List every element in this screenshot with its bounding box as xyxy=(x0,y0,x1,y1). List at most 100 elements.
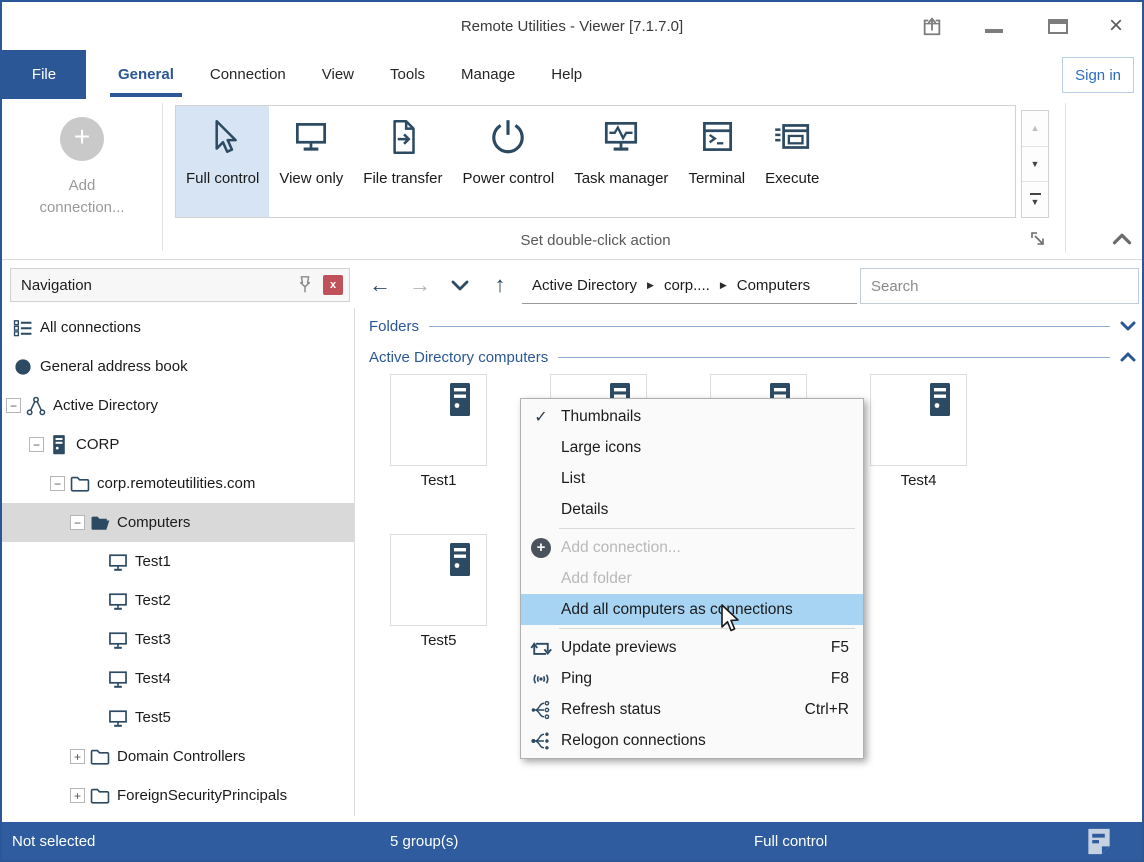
menu-item-update-previews[interactable]: Update previewsF5 xyxy=(521,632,863,663)
tree-item-test5[interactable]: Test5 xyxy=(2,698,354,737)
full-control-label: Full control xyxy=(186,170,259,187)
tree-expander[interactable]: − xyxy=(50,476,65,491)
tree-label: Active Directory xyxy=(53,397,158,414)
tree-label: Computers xyxy=(117,514,190,531)
power-control-button[interactable]: Power control xyxy=(453,106,565,217)
computer-tile-test1[interactable] xyxy=(390,374,487,466)
tab-file[interactable]: File xyxy=(2,50,86,99)
pin-window-button[interactable] xyxy=(912,2,952,50)
tab-connection[interactable]: Connection xyxy=(192,50,304,99)
add-connection-label: Add connection... xyxy=(22,175,142,219)
breadcrumb-separator-icon: ▶ xyxy=(720,280,727,291)
menu-item-label: Details xyxy=(561,501,863,519)
pin-panel-icon[interactable] xyxy=(295,275,315,295)
tab-general[interactable]: General xyxy=(100,50,192,99)
tree-item-active-directory[interactable]: − Active Directory xyxy=(2,386,354,425)
menu-item-list[interactable]: List xyxy=(521,463,863,494)
tree-item-general-address-book[interactable]: General address book xyxy=(2,347,354,386)
view-only-button[interactable]: View only xyxy=(269,106,353,217)
tree-item-test1[interactable]: Test1 xyxy=(2,542,354,581)
tree-item-corp-domain[interactable]: −corp.remoteutilities.com xyxy=(2,464,354,503)
tree-item-computers[interactable]: − Computers xyxy=(2,503,354,542)
close-panel-button[interactable]: x xyxy=(323,275,343,295)
menu-item-add-all-computers[interactable]: Add all computers as connections xyxy=(521,594,863,625)
ad-computers-section-header[interactable]: Active Directory computers xyxy=(369,346,1136,368)
chevron-down-icon[interactable] xyxy=(1120,321,1136,331)
back-button[interactable]: ← xyxy=(364,269,396,301)
menu-item-relogon-connections[interactable]: Relogon connections xyxy=(521,725,863,756)
menu-item-label: Ping xyxy=(561,670,831,688)
close-button[interactable]: × xyxy=(1096,2,1136,50)
menu-item-add-connection[interactable]: +Add connection... xyxy=(521,532,863,563)
menu-item-details[interactable]: Details xyxy=(521,494,863,525)
menu-item-label: Relogon connections xyxy=(561,732,863,750)
task-manager-button[interactable]: Task manager xyxy=(564,106,678,217)
history-dropdown-button[interactable] xyxy=(444,269,476,301)
computer-icon xyxy=(107,707,129,729)
ribbon-scroll-up-button[interactable]: ▲ xyxy=(1022,111,1048,147)
sign-in-button[interactable]: Sign in xyxy=(1062,57,1134,93)
task-manager-label: Task manager xyxy=(574,170,668,187)
tree-expander[interactable]: − xyxy=(29,437,44,452)
group-caption: Set double-click action xyxy=(175,227,1016,253)
menu-item-refresh-status[interactable]: Refresh statusCtrl+R xyxy=(521,694,863,725)
menu-item-label: Refresh status xyxy=(561,701,805,719)
menu-item-ping[interactable]: PingF8 xyxy=(521,663,863,694)
tree-expander[interactable]: + xyxy=(70,788,85,803)
add-connection-button[interactable]: + Add connection... xyxy=(2,107,162,252)
menu-item-label: Add connection... xyxy=(561,539,863,557)
tab-manage[interactable]: Manage xyxy=(443,50,533,99)
maximize-button[interactable] xyxy=(1038,2,1078,50)
menu-item-add-folder[interactable]: Add folder xyxy=(521,563,863,594)
tree-item-test2[interactable]: Test2 xyxy=(2,581,354,620)
breadcrumb-item-computers[interactable]: Computers xyxy=(737,277,810,294)
computer-icon xyxy=(107,590,129,612)
folders-section-header[interactable]: Folders xyxy=(369,315,1136,337)
dialog-launcher-icon[interactable] xyxy=(1030,231,1046,247)
forward-button[interactable]: → xyxy=(404,269,436,301)
tile-label-test4: Test4 xyxy=(870,472,967,492)
tree-expander[interactable]: − xyxy=(6,398,21,413)
breadcrumb-item-corp[interactable]: corp.... xyxy=(664,277,710,294)
execute-button[interactable]: Execute xyxy=(755,106,829,217)
ad-computers-section-label: Active Directory computers xyxy=(369,349,548,366)
chevron-up-icon[interactable] xyxy=(1120,352,1136,362)
tree-expander[interactable]: + xyxy=(70,749,85,764)
file-transfer-label: File transfer xyxy=(363,170,442,187)
add-connection-plus-icon: + xyxy=(60,117,104,161)
tree-item-foreignsecurityprincipals[interactable]: +ForeignSecurityPrincipals xyxy=(2,776,354,815)
terminal-button[interactable]: Terminal xyxy=(678,106,755,217)
menu-item-label: Add folder xyxy=(561,570,863,588)
tab-tools[interactable]: Tools xyxy=(372,50,443,99)
tab-help[interactable]: Help xyxy=(533,50,600,99)
full-control-button[interactable]: Full control xyxy=(176,106,269,217)
minimize-button[interactable] xyxy=(974,2,1014,50)
folder-icon xyxy=(89,785,111,807)
address-book-icon xyxy=(12,356,34,378)
menu-item-large-icons[interactable]: Large icons xyxy=(521,432,863,463)
up-level-button[interactable]: ↑ xyxy=(484,269,516,301)
tree-item-test3[interactable]: Test3 xyxy=(2,620,354,659)
tree-item-domain-controllers[interactable]: +Domain Controllers xyxy=(2,737,354,776)
status-note-icon[interactable] xyxy=(1086,827,1112,856)
ribbon-scroll-strip: ▲ ▼ ▼ xyxy=(1021,110,1049,218)
ribbon-separator-2 xyxy=(1065,103,1066,253)
ribbon-scroll-down-button[interactable]: ▼ xyxy=(1022,147,1048,183)
menu-item-thumbnails[interactable]: ✓Thumbnails xyxy=(521,401,863,432)
tree-item-corp[interactable]: −CORP xyxy=(2,425,354,464)
file-transfer-icon xyxy=(382,116,424,158)
ribbon-tabs: General Connection View Tools Manage Hel… xyxy=(100,50,600,99)
navigation-tree: All connections General address book − Ac… xyxy=(2,308,354,822)
collapse-ribbon-button[interactable] xyxy=(1112,231,1132,247)
tree-item-test4[interactable]: Test4 xyxy=(2,659,354,698)
expand-down-icon: ▼ xyxy=(1031,197,1040,207)
tree-expander[interactable]: − xyxy=(70,515,85,530)
tab-view[interactable]: View xyxy=(304,50,372,99)
computer-tile-test5[interactable] xyxy=(390,534,487,626)
search-input[interactable] xyxy=(861,269,1138,303)
tree-item-all-connections[interactable]: All connections xyxy=(2,308,354,347)
breadcrumb-item-active-directory[interactable]: Active Directory xyxy=(532,277,637,294)
ribbon-expand-button[interactable]: ▼ xyxy=(1022,182,1048,217)
file-transfer-button[interactable]: File transfer xyxy=(353,106,452,217)
computer-tile-test4[interactable] xyxy=(870,374,967,466)
